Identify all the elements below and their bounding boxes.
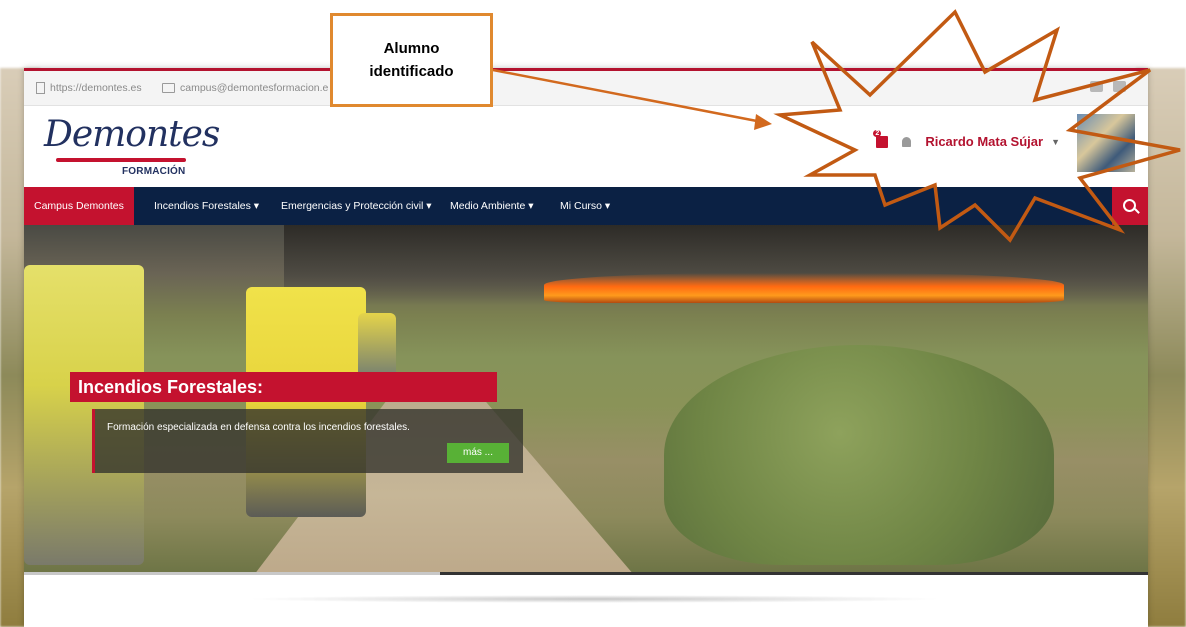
top-info-bar: https://demontes.es campus@demontesforma… (24, 71, 1148, 106)
mail-icon (162, 83, 175, 93)
website-text: https://demontes.es (50, 82, 142, 94)
annotation-callout-text: Alumno identificado (369, 40, 454, 80)
logo-swoosh (56, 158, 186, 162)
email-text: campus@demontesformacion.e (180, 82, 329, 94)
main-nav: Campus Demontes Incendios Forestales ▾ E… (24, 187, 1148, 225)
user-menu[interactable]: 2 Ricardo Mata Sújar ▼ (873, 129, 1060, 149)
logo-subtitle: FORMACIÓN (122, 166, 186, 177)
site-logo[interactable]: Demontes FORMACIÓN (44, 112, 220, 180)
section-shadow (244, 595, 944, 603)
search-icon (1123, 199, 1136, 212)
email-link[interactable]: campus@demontesformacion.e (162, 82, 328, 94)
hero-title: Incendios Forestales: (70, 372, 497, 402)
chevron-down-icon[interactable]: ▼ (1051, 137, 1060, 147)
logo-script-text: Demontes (44, 114, 220, 155)
search-button[interactable] (1112, 187, 1148, 225)
message-count: 2 (873, 129, 882, 137)
user-name[interactable]: Ricardo Mata Sújar (925, 134, 1043, 149)
twitter-icon[interactable] (1090, 81, 1103, 92)
nav-item-medio-ambiente[interactable]: Medio Ambiente ▾ (440, 187, 543, 225)
avatar[interactable] (1077, 114, 1135, 172)
slider-progress (24, 572, 1148, 575)
slider-progress-fill (24, 572, 440, 575)
page-icon (36, 82, 45, 94)
bell-icon[interactable] (902, 136, 912, 147)
hero-bush (664, 345, 1054, 565)
message-icon[interactable]: 2 (873, 129, 889, 148)
more-button[interactable]: más ... (447, 443, 509, 463)
site-header: Demontes FORMACIÓN 2 Ricardo Mata Sújar … (24, 106, 1148, 188)
nav-item-mi-curso[interactable]: Mi Curso ▾ (550, 187, 620, 225)
website-link[interactable]: https://demontes.es (36, 82, 142, 94)
annotation-callout: Alumno identificado (330, 13, 493, 107)
youtube-icon[interactable] (1113, 81, 1126, 92)
nav-item-incendios[interactable]: Incendios Forestales ▾ (144, 187, 269, 225)
hero-fire (544, 273, 1064, 303)
hero-firefighter (246, 287, 366, 517)
nav-item-campus[interactable]: Campus Demontes (24, 187, 134, 225)
browser-page: https://demontes.es campus@demontesforma… (24, 68, 1148, 627)
hero-description: Formación especializada en defensa contr… (107, 422, 410, 433)
nav-item-emergencias[interactable]: Emergencias y Protección civil ▾ (271, 187, 442, 225)
social-links (1090, 81, 1126, 92)
hero-caption: Formación especializada en defensa contr… (92, 409, 523, 473)
